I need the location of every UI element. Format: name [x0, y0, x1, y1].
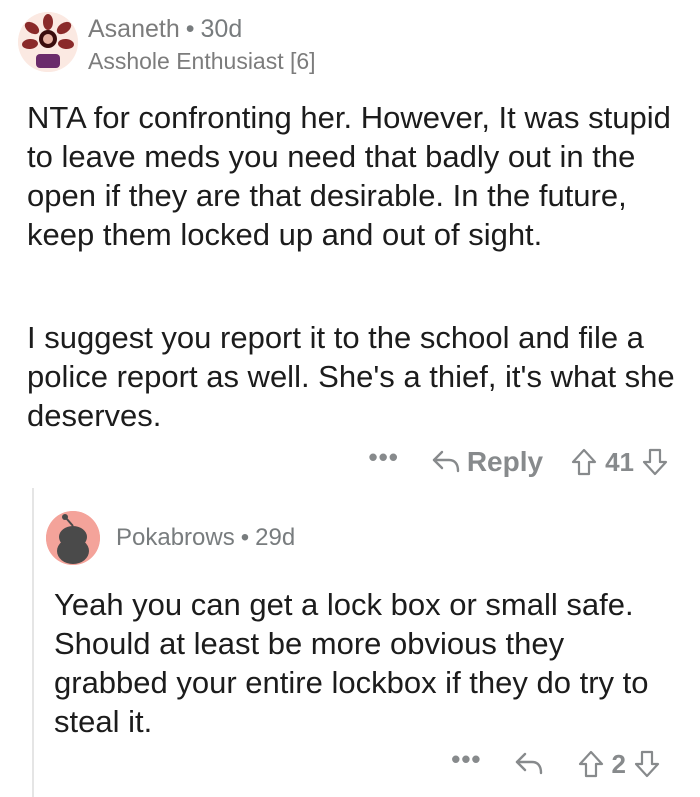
more-options-button[interactable]: •••: [451, 746, 481, 779]
username[interactable]: Asaneth: [88, 15, 180, 43]
comment-paragraph: NTA for confronting her. However, It was…: [27, 100, 671, 252]
vote-score: 2: [611, 748, 626, 779]
user-flair: Asshole Enthusiast [6]: [88, 48, 316, 74]
downvote-icon: [634, 750, 660, 778]
meta-separator: •: [185, 15, 195, 43]
vote-score: 41: [605, 446, 634, 477]
upvote-button[interactable]: [578, 750, 604, 778]
reply-text: Yeah you can get a lock box or small saf…: [54, 587, 649, 739]
comment-header: Asaneth • 30d Asshole Enthusiast [6]: [18, 12, 316, 76]
reply-age: 29d: [255, 524, 296, 551]
reply-action-bar: ••• 2: [451, 746, 660, 780]
reply-arrow-icon: [432, 450, 460, 473]
comment-meta: Asaneth • 30d Asshole Enthusiast [6]: [88, 14, 316, 76]
upvote-button[interactable]: [571, 448, 597, 476]
reply-button[interactable]: [514, 751, 550, 777]
avatar[interactable]: [18, 12, 78, 72]
downvote-icon: [642, 448, 668, 476]
username[interactable]: Pokabrows: [116, 524, 235, 551]
downvote-button[interactable]: [642, 448, 668, 476]
demogorgon-avatar-icon: [18, 12, 78, 72]
comment-paragraph: I suggest you report it to the school an…: [27, 320, 675, 433]
downvote-button[interactable]: [634, 750, 660, 778]
reply-label: Reply: [466, 446, 544, 477]
reply-meta: Pokabrows • 29d: [116, 524, 295, 552]
avatar[interactable]: [46, 511, 100, 565]
meta-separator: •: [240, 524, 250, 551]
reply-header: Pokabrows • 29d: [46, 511, 295, 565]
upvote-icon: [578, 750, 603, 778]
more-options-button[interactable]: •••: [369, 444, 399, 477]
thread-line[interactable]: [32, 488, 34, 797]
comment-action-bar: ••• Reply 41: [369, 444, 668, 478]
reply-arrow-icon: [515, 752, 542, 775]
upvote-icon: [571, 448, 597, 476]
snoo-avatar-icon: [46, 511, 100, 565]
reply-button[interactable]: Reply: [431, 446, 543, 478]
comment-age: 30d: [200, 15, 243, 43]
